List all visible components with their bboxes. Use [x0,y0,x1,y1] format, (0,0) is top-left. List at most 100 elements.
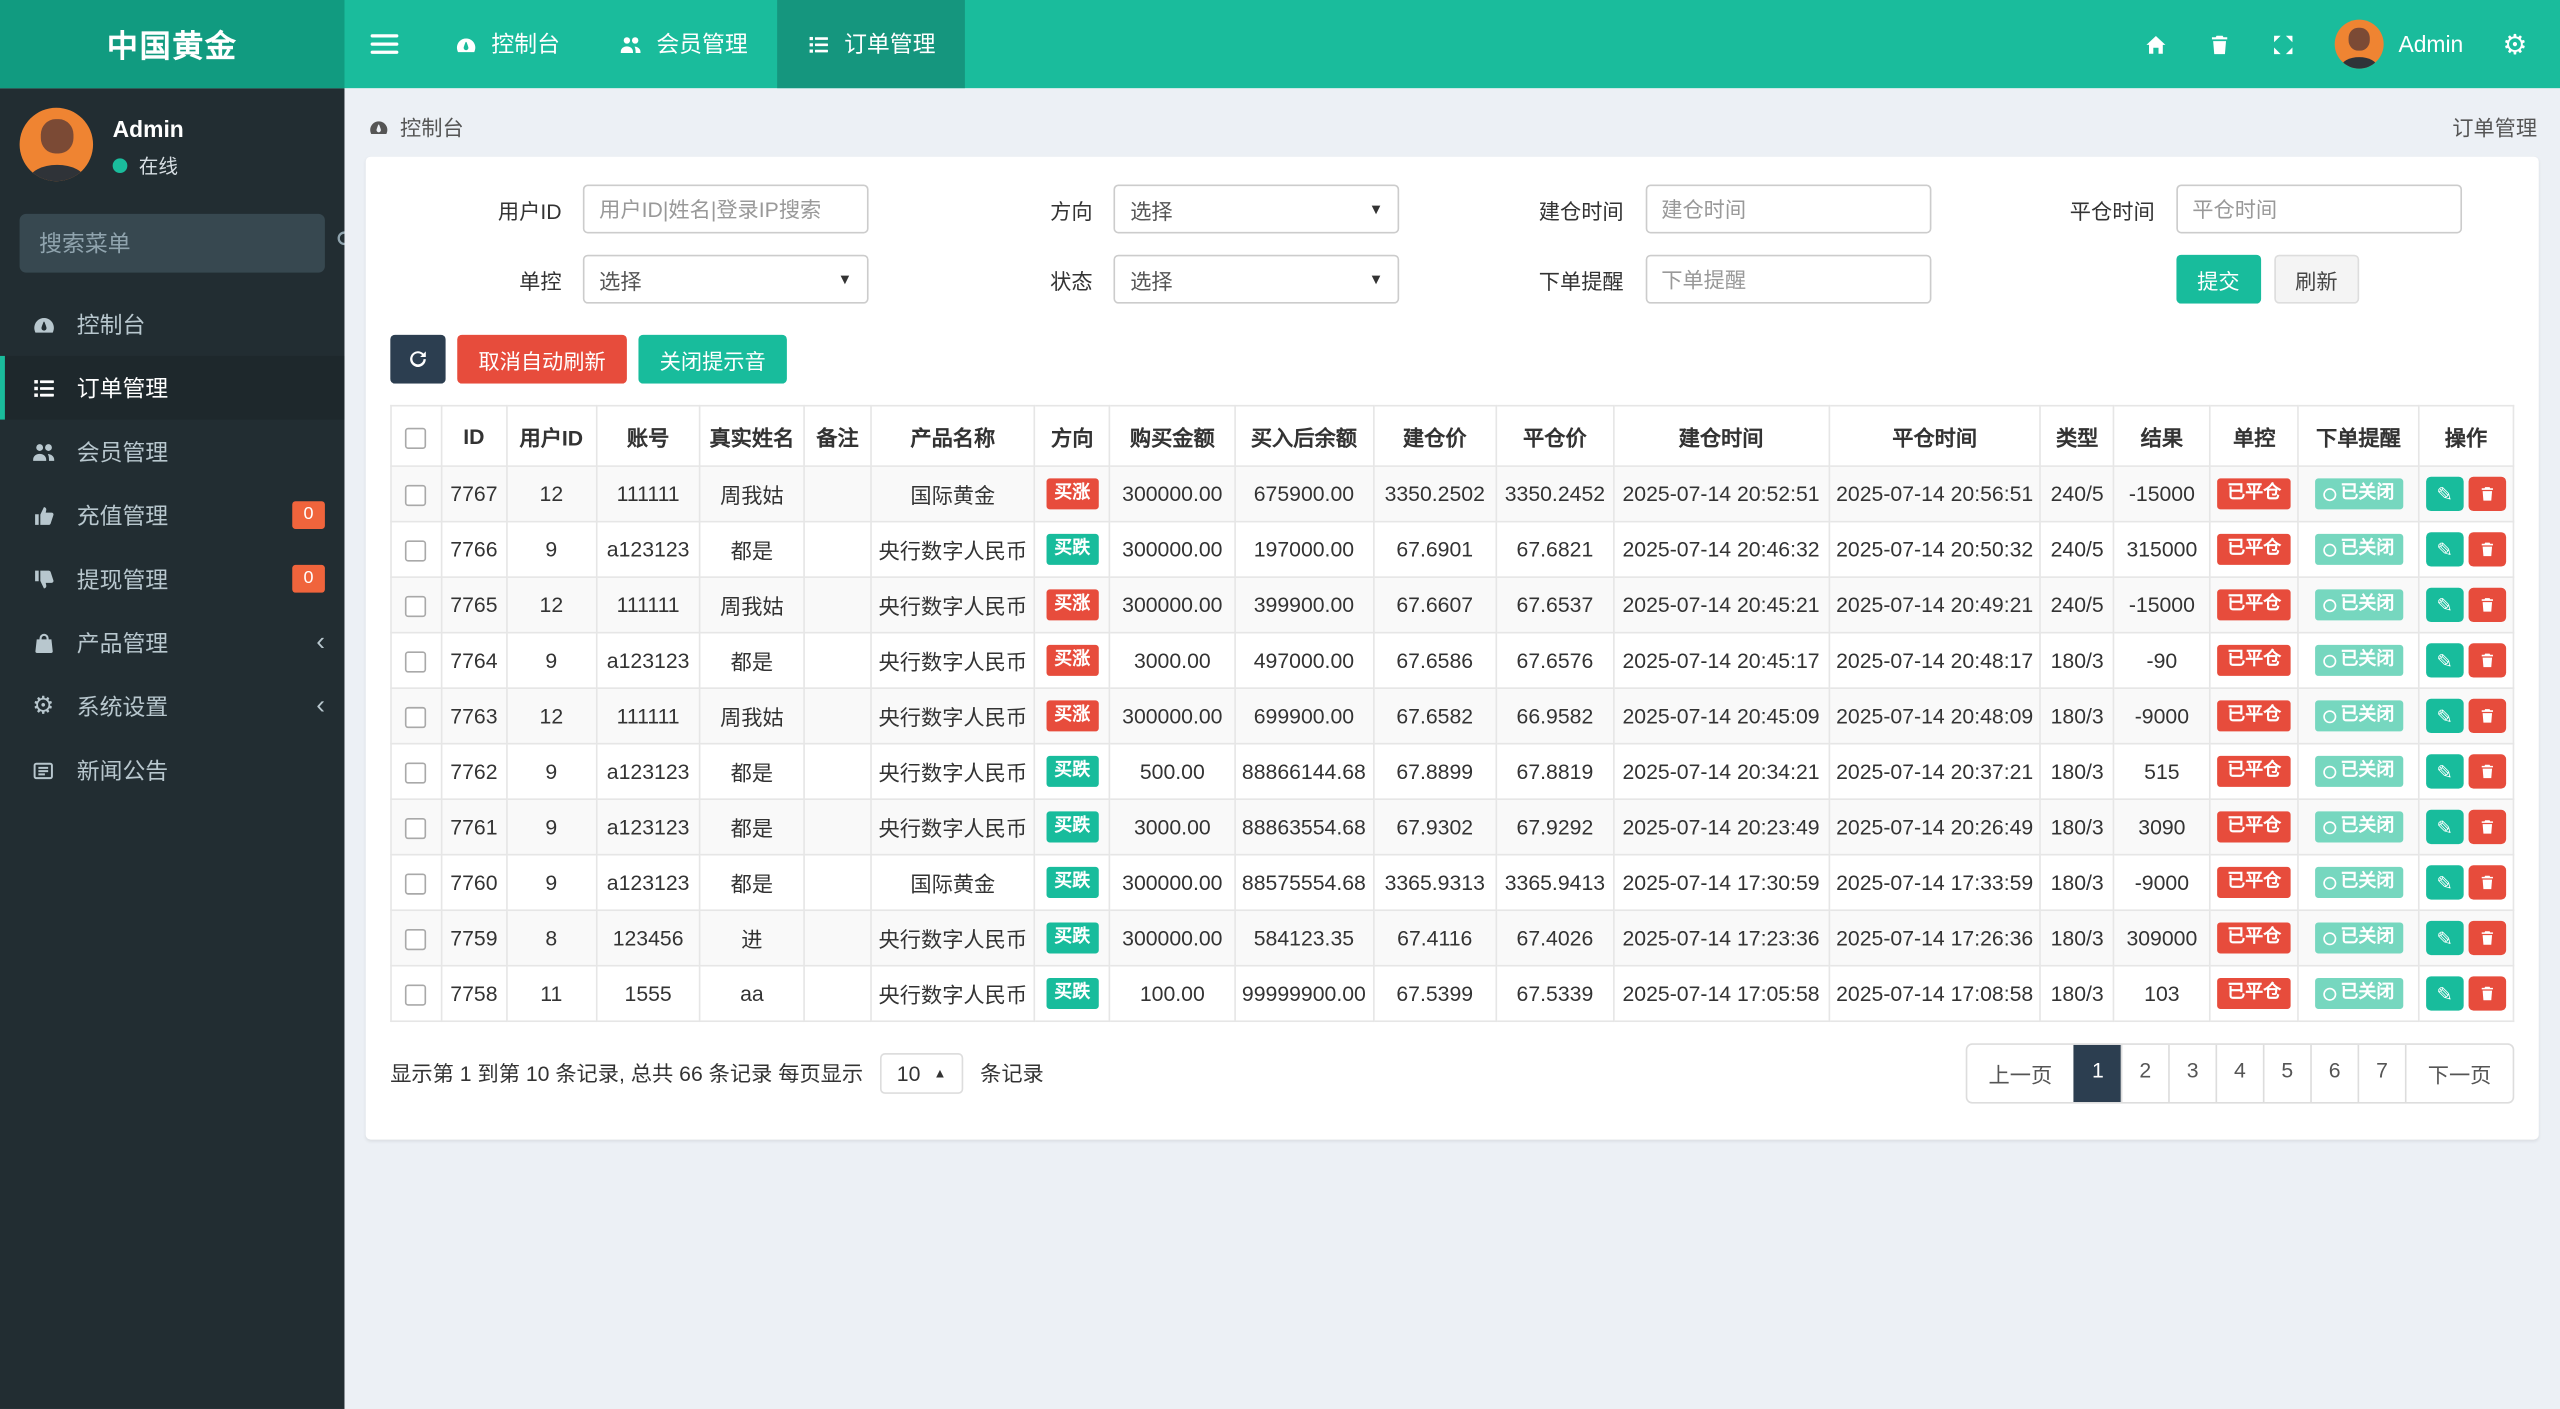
reload-button[interactable] [390,334,446,384]
sidebar-item-products[interactable]: 产品管理 ‹ [0,611,344,675]
row-checkbox[interactable] [405,873,427,895]
pagination-page-5[interactable]: 5 [2262,1044,2310,1103]
edit-button[interactable]: ✎ [2425,532,2464,567]
close-sound-button[interactable]: 关闭提示音 [638,334,787,384]
nav-tab-members[interactable]: 会员管理 [589,0,777,88]
pagination-page-3[interactable]: 3 [2168,1044,2215,1103]
delete-button[interactable] [2468,698,2506,734]
sidebar-item-members[interactable]: 会员管理 [0,420,344,484]
gauge-icon [28,311,59,337]
delete-button[interactable] [2468,476,2506,512]
fullscreen-icon[interactable] [2271,32,2295,56]
edit-button[interactable]: ✎ [2425,754,2464,789]
delete-button[interactable] [2468,809,2506,845]
cell-control: 已平仓 [2209,687,2300,745]
row-checkbox[interactable] [405,540,427,562]
row-checkbox[interactable] [405,484,427,507]
remind-badge[interactable]: 已关闭 [2314,755,2403,788]
status-select[interactable]: 选择 ▼ [1113,254,1400,304]
control-badge[interactable]: 已平仓 [2217,589,2291,621]
sidebar-item-settings[interactable]: ⚙ 系统设置 ‹ [0,674,344,738]
column-header-open_price: 建仓价 [1372,404,1498,467]
sidebar-item-news[interactable]: 新闻公告 [0,738,344,802]
breadcrumb[interactable]: 控制台 [367,111,464,142]
control-badge[interactable]: 已平仓 [2217,977,2291,1009]
delete-button[interactable] [2468,976,2506,1011]
control-badge[interactable]: 已平仓 [2217,533,2291,565]
open-time-input[interactable] [1644,184,1931,234]
delete-button[interactable] [2468,643,2506,678]
control-badge[interactable]: 已平仓 [2217,644,2291,676]
table-row: 7763 12 111111 周我姑 央行数字人民币 买涨 300000.00 699900.… [390,687,2515,745]
page-size-select[interactable]: 10 ▲ [880,1053,963,1094]
delete-button[interactable] [2468,532,2506,567]
remind-badge[interactable]: 已关闭 [2314,700,2403,732]
row-checkbox[interactable] [405,706,427,729]
remind-badge[interactable]: 已关闭 [2314,977,2403,1010]
delete-button[interactable] [2468,920,2506,956]
nav-tab-orders[interactable]: 订单管理 [777,0,965,89]
delete-button[interactable] [2468,754,2506,789]
remind-badge[interactable]: 已关闭 [2314,644,2403,677]
submit-button[interactable]: 提交 [2175,254,2261,304]
remind-badge[interactable]: 已关闭 [2314,922,2403,954]
sidebar-item-recharge[interactable]: 充值管理 0 [0,483,344,547]
delete-button[interactable] [2468,587,2506,623]
column-header-remark: 备注 [803,404,872,467]
menu-search-input[interactable] [39,230,335,257]
edit-button[interactable]: ✎ [2425,698,2464,734]
edit-button[interactable]: ✎ [2425,976,2464,1011]
row-checkbox[interactable] [405,651,427,673]
close-time-input[interactable] [2175,184,2462,234]
trash-icon[interactable] [2207,32,2231,56]
control-badge[interactable]: 已平仓 [2217,478,2291,510]
pagination-page-2[interactable]: 2 [2120,1044,2168,1103]
remind-badge[interactable]: 已关闭 [2314,811,2403,843]
edit-button[interactable]: ✎ [2425,865,2464,900]
sidebar-item-dashboard[interactable]: 控制台 [0,292,344,356]
control-badge[interactable]: 已平仓 [2217,811,2291,843]
remind-badge[interactable]: 已关闭 [2314,478,2403,510]
edit-button[interactable]: ✎ [2425,476,2464,512]
remind-badge[interactable]: 已关闭 [2314,866,2403,899]
home-icon[interactable] [2144,32,2168,56]
pagination-page-4[interactable]: 4 [2215,1044,2262,1103]
delete-button[interactable] [2468,865,2506,900]
cancel-auto-refresh-button[interactable]: 取消自动刷新 [457,334,627,384]
single-control-select[interactable]: 选择 ▼ [582,254,869,304]
pagination-prev[interactable]: 上一页 [1967,1045,2073,1102]
nav-tab-dashboard[interactable]: 控制台 [424,0,589,88]
control-badge[interactable]: 已平仓 [2217,755,2291,787]
brand-logo[interactable]: 中国黄金 [0,0,345,89]
control-badge[interactable]: 已平仓 [2217,866,2291,898]
direction-select[interactable]: 选择 ▼ [1113,184,1400,234]
refresh-button[interactable]: 刷新 [2273,254,2359,304]
cell-user_id: 11 [505,964,598,1023]
remind-badge[interactable]: 已关闭 [2314,533,2403,566]
edit-button[interactable]: ✎ [2425,587,2464,623]
pagination-next[interactable]: 下一页 [2404,1044,2513,1103]
row-checkbox[interactable] [405,818,427,840]
row-checkbox[interactable] [405,595,427,618]
settings-gear-icon[interactable]: ⚙ [2502,30,2527,58]
sidebar-item-orders[interactable]: 订单管理 [0,355,345,420]
row-checkbox[interactable] [405,762,427,784]
user-menu[interactable]: Admin [2334,19,2463,69]
control-badge[interactable]: 已平仓 [2217,700,2291,732]
edit-button[interactable]: ✎ [2425,809,2464,845]
remind-badge[interactable]: 已关闭 [2314,589,2403,621]
pagination-page-7[interactable]: 7 [2357,1044,2405,1103]
edit-button[interactable]: ✎ [2425,920,2464,956]
edit-button[interactable]: ✎ [2425,643,2464,678]
sidebar-toggle-button[interactable] [344,0,424,88]
pagination-page-1[interactable]: 1 [2073,1044,2121,1103]
pagination-page-6[interactable]: 6 [2310,1044,2357,1103]
row-checkbox[interactable] [405,929,427,951]
order-remind-input[interactable] [1644,254,1931,304]
user-id-input[interactable] [582,184,869,234]
sidebar-item-withdraw[interactable]: 提现管理 0 [0,547,344,611]
control-badge[interactable]: 已平仓 [2217,922,2291,954]
select-all-checkbox[interactable] [405,426,427,449]
row-checkbox[interactable] [405,984,427,1006]
trash-icon [2478,929,2496,947]
